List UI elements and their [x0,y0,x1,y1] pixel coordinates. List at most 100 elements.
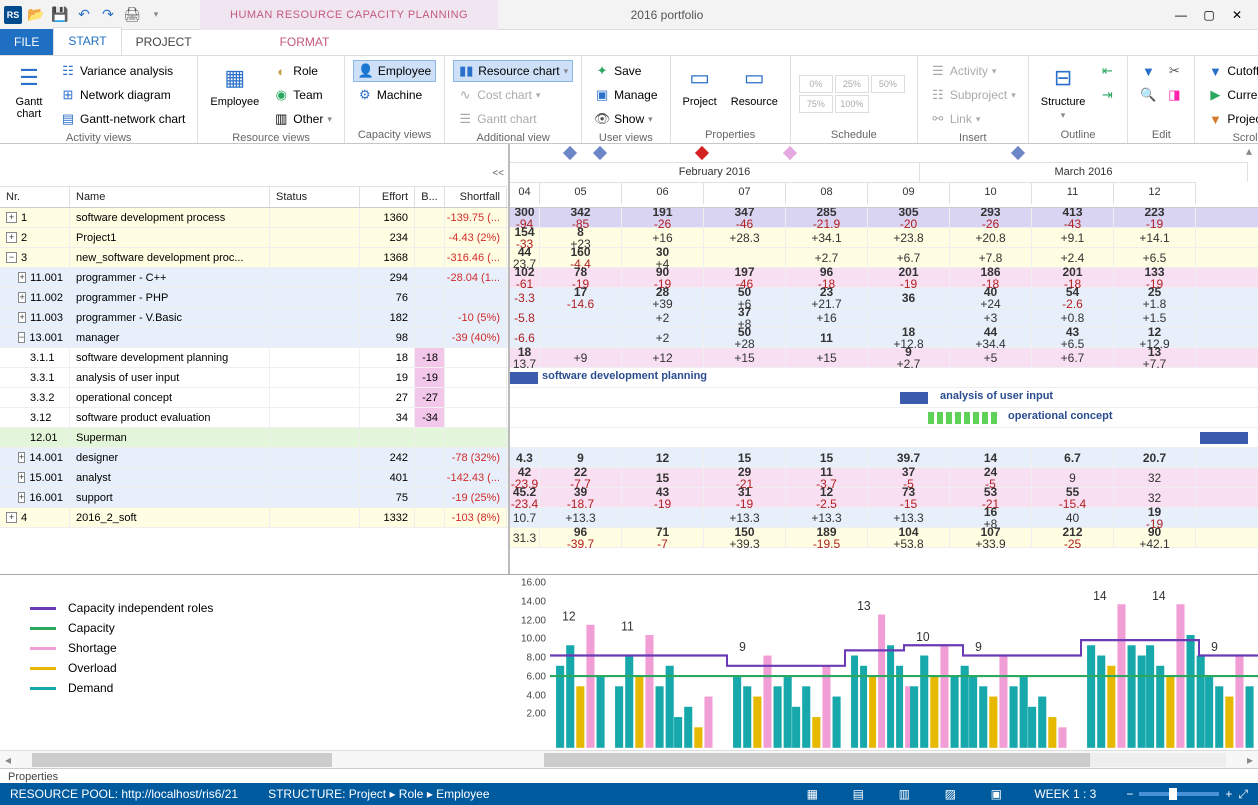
hscroll-left-track[interactable] [32,753,332,767]
vscroll-up[interactable]: ▴ [1246,144,1252,158]
outdent-button[interactable]: ⇤ [1095,60,1119,82]
maximize-icon[interactable]: ▢ [1196,5,1222,25]
col-shortfall[interactable]: Shortfall [445,186,507,207]
chart-bar [674,717,682,748]
hscroll-left[interactable]: ◂ [0,753,16,767]
table-row[interactable]: −3new_software development proc...1368-3… [0,248,508,268]
col-effort[interactable]: Effort [360,186,415,207]
capacity-employee-button[interactable]: 👤Employee [353,60,436,82]
zoom-slider[interactable] [1139,792,1219,796]
qat-dropdown[interactable]: ▾ [146,5,166,25]
expand-icon[interactable]: + [18,492,25,503]
table-row[interactable]: 3.12software product evaluation34-34 [0,408,508,428]
open-icon[interactable]: 📂 [26,5,46,25]
hscroll-right-track[interactable] [544,753,1226,767]
chart-bar [860,666,867,748]
col-status[interactable]: Status [270,186,360,207]
expand-icon[interactable]: + [18,452,25,463]
table-row[interactable]: +15.001analyst401-142.43 (... [0,468,508,488]
erase-button[interactable]: ◨ [1162,84,1186,106]
expand-icon[interactable]: + [6,512,17,523]
show-button[interactable]: 👁Show ▾ [590,108,661,130]
tab-project[interactable]: PROJECT [122,29,206,55]
col-b[interactable]: B... [415,186,445,207]
indent-button[interactable]: ⇥ [1095,84,1119,106]
undo-icon[interactable]: ↶ [74,5,94,25]
insert-link-button: ⚯Link ▾ [926,108,1020,130]
machine-button[interactable]: ⚙Machine [353,84,436,106]
gantt-chart-button[interactable]: ☰ Gantt chart [8,60,50,122]
hscroll-right[interactable]: ▸ [1242,753,1258,767]
chart-bar [1156,666,1164,748]
expand-icon[interactable]: + [18,292,26,303]
expand-icon[interactable]: + [18,272,26,283]
table-row[interactable]: +16.001support75-19 (25%) [0,488,508,508]
table-row[interactable]: 3.1.1software development planning18-18 [0,348,508,368]
table-row[interactable]: +14.001designer242-78 (32%) [0,448,508,468]
zoom-in[interactable]: + [1225,787,1232,801]
zoom-fit[interactable]: ⤢ [1238,787,1248,802]
gantt-network-button[interactable]: ▤Gantt-network chart [56,108,189,130]
status-view5-icon[interactable]: ▣ [988,786,1004,802]
col-nr[interactable]: Nr. [0,186,70,207]
role-button[interactable]: ◐Role [269,60,336,82]
expand-icon[interactable]: + [6,232,17,243]
employee-view-button[interactable]: ▦ Employee [206,60,263,110]
project-props-button[interactable]: ▭Project [679,60,721,110]
resource-props-button[interactable]: ▭Resource [727,60,782,110]
gantt-bar[interactable] [510,372,538,384]
status-view2-icon[interactable]: ▤ [850,786,866,802]
gantt-bar[interactable] [1200,432,1248,444]
expand-icon[interactable]: + [6,212,17,223]
table-row[interactable]: +11.001programmer - C++294-28.04 (1... [0,268,508,288]
manage-button[interactable]: ▣Manage [590,84,661,106]
collapse-icon[interactable]: − [6,252,17,263]
save-view-button[interactable]: ✦Save [590,60,661,82]
status-view4-icon[interactable]: ▨ [942,786,958,802]
save-icon[interactable]: 💾 [50,5,70,25]
table-row[interactable]: 3.3.2operational concept27-27 [0,388,508,408]
print-icon[interactable]: 🖨 [122,5,142,25]
table-row[interactable]: +42016_2_soft1332-103 (8%) [0,508,508,528]
chart-bar [979,686,987,748]
machine-icon: ⚙ [357,87,373,103]
resource-chart-button[interactable]: ▮▮Resource chart ▾ [453,60,573,82]
tab-format[interactable]: FORMAT [266,29,344,55]
collapse-left-pane[interactable]: << [492,168,504,179]
minimize-icon[interactable]: — [1168,5,1194,25]
expand-icon[interactable]: + [18,312,26,323]
table-row[interactable]: +11.002programmer - PHP76 [0,288,508,308]
variance-analysis-button[interactable]: ☷Variance analysis [56,60,189,82]
col-name[interactable]: Name [70,186,270,207]
collapse-icon[interactable]: − [18,332,25,343]
project-start-button[interactable]: ▼Project start ▾ [1203,108,1258,130]
close-icon[interactable]: ✕ [1224,5,1250,25]
network-diagram-button[interactable]: ⊞Network diagram [56,84,189,106]
table-row[interactable]: +2Project1234-4.43 (2%) [0,228,508,248]
other-button[interactable]: ▥Other ▾ [269,108,336,130]
status-view1-icon[interactable]: ▦ [804,786,820,802]
milestone-diamond-icon [563,146,577,160]
table-row[interactable]: +11.003programmer - V.Basic182-10 (5%) [0,308,508,328]
table-row[interactable]: +1software development process1360-139.7… [0,208,508,228]
find-button[interactable]: 🔍 [1136,84,1160,106]
table-row[interactable]: 12.01Superman [0,428,508,448]
filter-button[interactable]: ▼ [1136,60,1160,82]
gantt-bar[interactable] [928,412,1000,424]
status-view3-icon[interactable]: ▥ [896,786,912,802]
structure-button[interactable]: ⊟Structure▾ [1037,60,1090,123]
cut-button[interactable]: ✂ [1162,60,1186,82]
tab-file[interactable]: FILE [0,29,53,55]
tab-start[interactable]: START [53,27,121,55]
cutoff-date-button[interactable]: ▼Cutoff date [1203,60,1258,82]
table-row[interactable]: −13.001manager98-39 (40%) [0,328,508,348]
redo-icon[interactable]: ↷ [98,5,118,25]
zoom-out[interactable]: − [1126,787,1133,801]
expand-icon[interactable]: + [18,472,25,483]
current-date-button[interactable]: ▶Current date [1203,84,1258,106]
team-button[interactable]: ◉Team [269,84,336,106]
gantt-bar[interactable] [900,392,928,404]
chart-bar [940,645,948,748]
table-row[interactable]: 3.3.1analysis of user input19-19 [0,368,508,388]
chart-bar-label: 12 [562,609,575,624]
